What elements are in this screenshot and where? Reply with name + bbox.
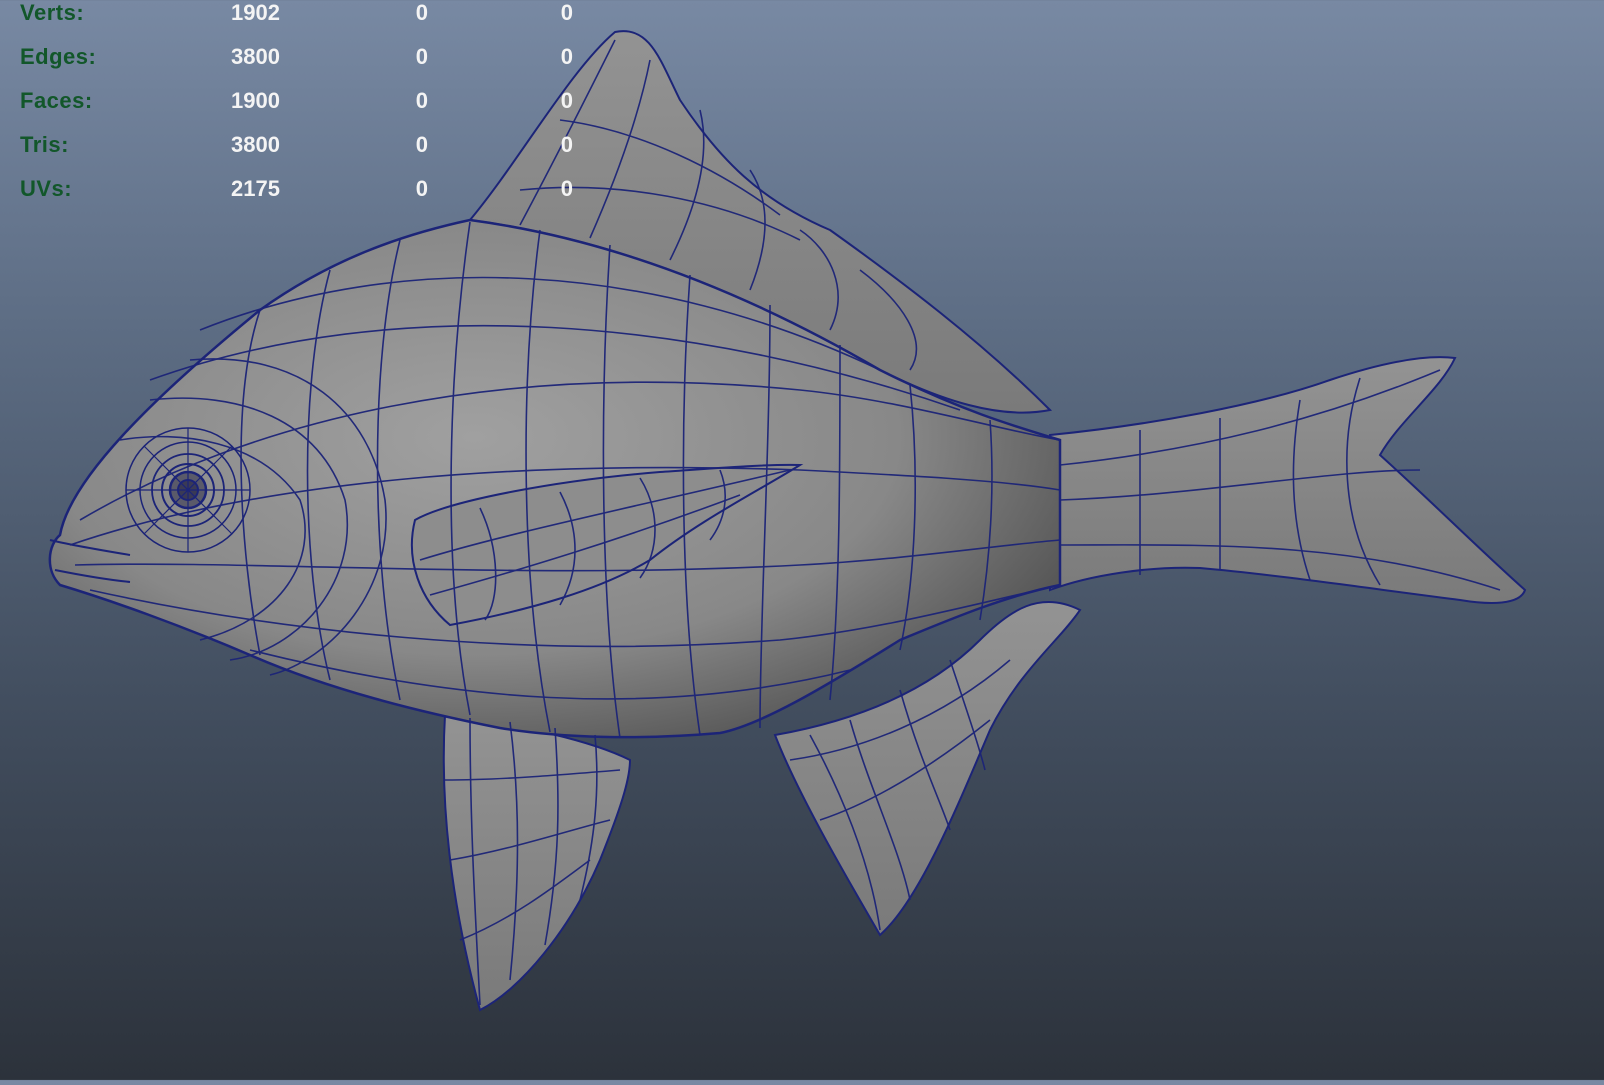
hud-count: 1902 [231, 0, 280, 25]
3d-viewport[interactable]: Verts: 1902 0 0 Edges: 3800 0 0 Faces: 1… [0, 0, 1604, 1080]
hud-row-edges: Edges: 3800 0 0 [0, 44, 600, 74]
hud-row-tris: Tris: 3800 0 0 [0, 132, 600, 162]
hud-row-faces: Faces: 1900 0 0 [0, 88, 600, 118]
hud-selected: 0 [415, 132, 428, 157]
hud-label: Edges: [20, 44, 97, 69]
hud-selected: 0 [415, 88, 428, 113]
hud-selected-components: 0 [560, 44, 573, 69]
hud-label: Faces: [20, 88, 93, 113]
hud-selected-components: 0 [560, 132, 573, 157]
hud-label: UVs: [20, 176, 73, 201]
hud-count: 2175 [231, 176, 280, 201]
hud-row-uvs: UVs: 2175 0 0 [0, 176, 600, 206]
hud-selected: 0 [415, 44, 428, 69]
hud-label: Verts: [20, 0, 85, 25]
hud-count: 3800 [231, 44, 280, 69]
pelvic-fin [442, 713, 632, 1012]
hud-count: 1900 [231, 88, 280, 113]
hud-selected-components: 0 [560, 88, 573, 113]
hud-selected-components: 0 [560, 0, 573, 25]
hud-selected: 0 [415, 176, 428, 201]
hud-selected: 0 [415, 0, 428, 25]
hud-label: Tris: [20, 132, 69, 157]
hud-count: 3800 [231, 132, 280, 157]
hud-selected-components: 0 [560, 176, 573, 201]
fish-eye [125, 427, 251, 553]
poly-count-hud: Verts: 1902 0 0 Edges: 3800 0 0 Faces: 1… [0, 0, 600, 215]
hud-row-verts: Verts: 1902 0 0 [0, 0, 600, 30]
